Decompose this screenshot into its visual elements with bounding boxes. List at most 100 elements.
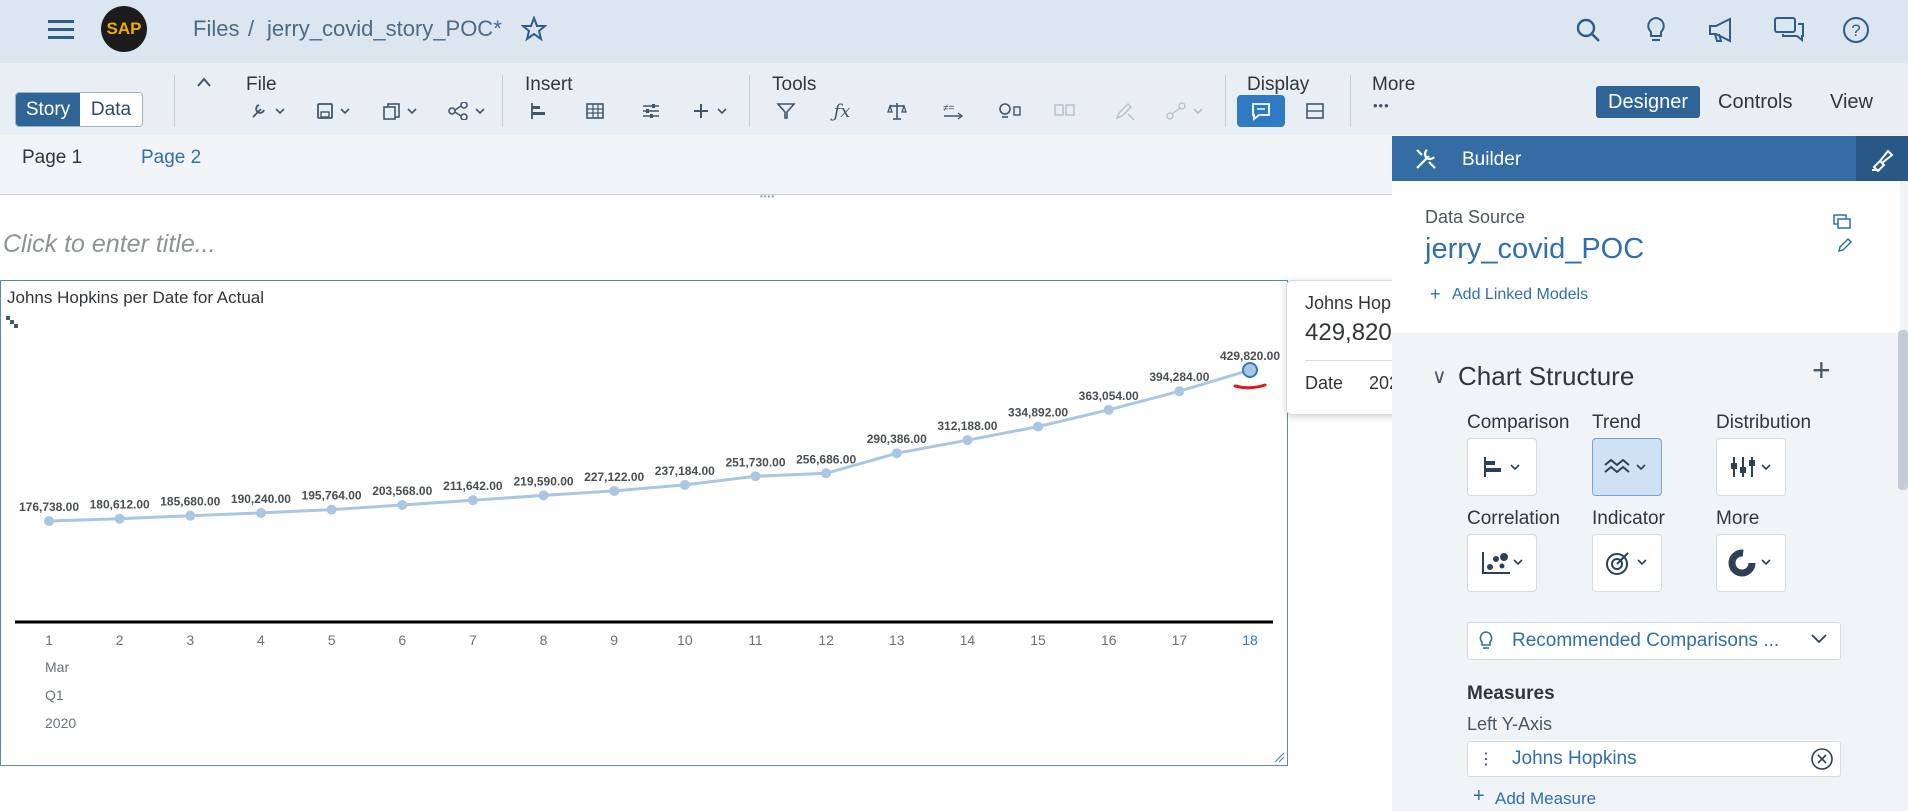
formula-fx-icon[interactable]: ƒx xyxy=(827,99,857,123)
linked-analysis-icon xyxy=(1050,99,1080,123)
add-linked-models-plus-icon[interactable]: + xyxy=(1430,284,1441,305)
data-point[interactable] xyxy=(891,448,902,459)
copy-model-icon[interactable] xyxy=(1832,213,1852,231)
search-icon[interactable] xyxy=(1572,14,1604,46)
format-brush-icon[interactable] xyxy=(1856,136,1908,181)
x-tick-label: 8 xyxy=(540,632,548,648)
controls-mode-button[interactable]: Controls xyxy=(1718,86,1792,118)
copy-menu-icon[interactable] xyxy=(380,99,420,123)
insert-filter-control-icon[interactable] xyxy=(636,99,666,123)
x-tick-label: 17 xyxy=(1172,632,1188,648)
document-name: jerry_covid_story_POC* xyxy=(267,16,502,41)
compare-scales-icon[interactable] xyxy=(882,99,912,123)
comment-mode-icon[interactable] xyxy=(1237,95,1285,127)
story-data-toggle: Story Data xyxy=(15,92,143,127)
distribution-chart-button[interactable] xyxy=(1716,438,1786,496)
data-point[interactable] xyxy=(821,468,832,479)
edit-model-pencil-icon[interactable] xyxy=(1836,236,1854,254)
breadcrumb-separator: / xyxy=(248,16,255,41)
add-measure-plus-icon[interactable]: + xyxy=(1473,786,1485,806)
more-overflow-button[interactable]: ••• xyxy=(1373,98,1390,113)
add-structure-plus-icon[interactable]: + xyxy=(1812,352,1831,389)
data-point[interactable] xyxy=(1103,404,1114,415)
remove-measure-icon[interactable] xyxy=(1810,747,1834,771)
data-point[interactable] xyxy=(679,479,690,490)
help-icon[interactable]: ? xyxy=(1840,14,1872,46)
tab-page-2[interactable]: Page 2 xyxy=(141,147,201,169)
data-point[interactable] xyxy=(255,507,266,518)
data-point[interactable] xyxy=(397,499,408,510)
sap-logo: SAP xyxy=(101,6,147,52)
x-tick-label: 18 xyxy=(1242,632,1258,648)
canvas-resize-handle[interactable]: •••• xyxy=(760,192,775,201)
tab-page-1[interactable]: Page 1 xyxy=(22,147,82,169)
data-point[interactable] xyxy=(1242,362,1258,378)
add-linked-models-link[interactable]: Add Linked Models xyxy=(1452,286,1588,304)
drag-handle-icon[interactable]: ⋮ xyxy=(1478,749,1494,769)
comparison-chart-button[interactable] xyxy=(1467,438,1537,496)
measure-item-johns-hopkins[interactable]: ⋮ Johns Hopkins xyxy=(1467,741,1841,777)
trend-chart-button[interactable] xyxy=(1592,438,1662,496)
indicator-chart-button[interactable] xyxy=(1592,534,1662,592)
recommended-comparisons-dropdown[interactable]: Recommended Comparisons ... xyxy=(1467,622,1841,660)
data-label: 176,738.00 xyxy=(19,500,79,514)
x-tick-label: 11 xyxy=(748,632,763,648)
svg-text:?: ? xyxy=(1851,21,1860,40)
insert-add-menu-icon[interactable] xyxy=(690,99,732,123)
insert-table-icon[interactable] xyxy=(580,99,610,123)
breadcrumb-files[interactable]: Files xyxy=(193,16,239,42)
tools-group-label: Tools xyxy=(772,74,817,95)
data-point[interactable] xyxy=(185,510,196,521)
data-point[interactable] xyxy=(750,471,761,482)
panel-layout-icon[interactable] xyxy=(1300,99,1330,123)
story-toggle-button[interactable]: Story xyxy=(16,93,80,126)
data-toggle-button[interactable]: Data xyxy=(80,93,142,126)
share-menu-icon[interactable] xyxy=(446,99,488,123)
insert-group-label: Insert xyxy=(525,74,573,95)
conditional-format-icon[interactable]: ≠= xyxy=(938,99,968,123)
line-chart-icon xyxy=(1604,458,1646,474)
designer-mode-button[interactable]: Designer xyxy=(1596,86,1701,118)
smart-insights-icon[interactable] xyxy=(994,99,1024,123)
save-menu-icon[interactable] xyxy=(313,99,353,123)
filter-icon[interactable] xyxy=(771,99,801,123)
highlight-marker xyxy=(1233,383,1267,390)
x-group-label: Q1 xyxy=(45,687,64,703)
data-point[interactable] xyxy=(44,516,54,526)
lightbulb-icon[interactable] xyxy=(1640,14,1672,46)
x-tick-label: 3 xyxy=(186,632,194,648)
indicator-label: Indicator xyxy=(1592,508,1665,529)
megaphone-icon[interactable] xyxy=(1705,14,1739,46)
data-label: 195,764.00 xyxy=(302,489,362,503)
correlation-chart-button[interactable] xyxy=(1467,534,1537,592)
more-chart-types-button[interactable] xyxy=(1716,534,1786,592)
svg-text:≠=: ≠= xyxy=(943,103,954,114)
data-point[interactable] xyxy=(962,435,973,446)
menu-icon[interactable] xyxy=(44,14,78,44)
chart-resize-corner-icon[interactable] xyxy=(1273,751,1285,763)
data-point[interactable] xyxy=(538,490,549,501)
page-title-placeholder[interactable]: Click to enter title... xyxy=(3,230,216,259)
add-measure-link[interactable]: Add Measure xyxy=(1495,789,1596,809)
data-source-name[interactable]: jerry_covid_POC xyxy=(1425,233,1644,266)
data-point[interactable] xyxy=(609,485,620,496)
collapse-toolbar-icon[interactable] xyxy=(193,72,215,92)
x-tick-label: 10 xyxy=(677,632,693,648)
data-point[interactable] xyxy=(467,495,478,506)
data-label: 394,284.00 xyxy=(1149,370,1209,384)
builder-scrollbar[interactable] xyxy=(1898,330,1908,490)
data-label: 256,686.00 xyxy=(796,452,856,466)
chart-structure-title: Chart Structure xyxy=(1458,361,1635,391)
data-point[interactable] xyxy=(1174,386,1185,397)
view-mode-button[interactable]: View xyxy=(1830,86,1873,118)
data-point[interactable] xyxy=(114,513,125,524)
display-group-label: Display xyxy=(1247,74,1310,95)
data-point[interactable] xyxy=(326,504,337,515)
wrench-menu-icon[interactable] xyxy=(248,99,288,123)
chat-icon[interactable] xyxy=(1772,14,1806,46)
data-point[interactable] xyxy=(1033,421,1044,432)
x-tick-label: 7 xyxy=(469,632,477,648)
favorite-star-icon[interactable] xyxy=(520,15,548,43)
line-chart[interactable]: 176,738.00 1 180,612.00 2 185,680.00 3 190,240… xyxy=(0,280,1288,766)
insert-chart-icon[interactable] xyxy=(524,99,554,123)
